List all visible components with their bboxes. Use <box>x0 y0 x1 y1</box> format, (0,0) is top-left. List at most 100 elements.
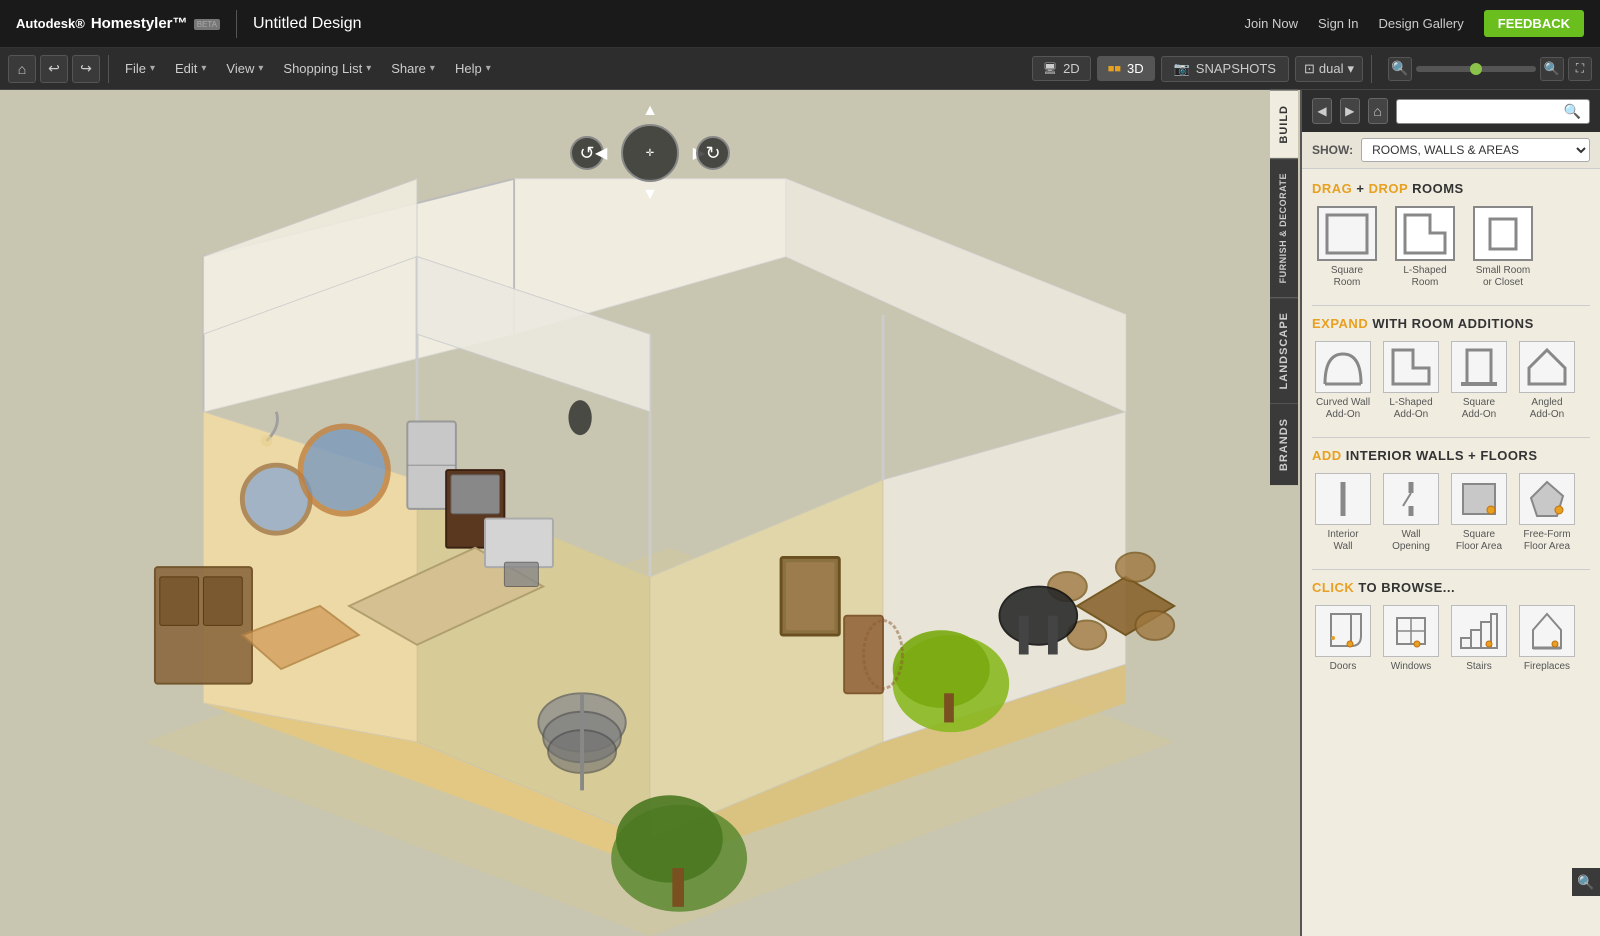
curved-wall-item[interactable]: Curved WallAdd-On <box>1312 341 1374 421</box>
expand-additions-title: EXPAND WITH ROOM ADDITIONS <box>1312 316 1590 331</box>
top-links: Join Now Sign In Design Gallery FEEDBACK <box>1245 10 1584 37</box>
product-name: Homestyler™ BETA <box>91 15 220 32</box>
wall-opening-item[interactable]: WallOpening <box>1380 473 1442 553</box>
freeform-floor-item[interactable]: Free-FormFloor Area <box>1516 473 1578 553</box>
panel-search-input[interactable] <box>1405 104 1560 118</box>
doors-label: Doors <box>1330 661 1357 673</box>
windows-label: Windows <box>1391 661 1432 673</box>
view-controls: 🖥 2D ■■ 3D 📷 SNAPSHOTS ⊡ dual ▾ <box>1032 56 1363 82</box>
redo-button[interactable]: ↪ <box>72 55 100 83</box>
fireplaces-item[interactable]: Fireplaces <box>1516 605 1578 673</box>
nav-down-button[interactable]: ▼ <box>642 186 658 204</box>
panel-back-button[interactable]: ◀ <box>1312 98 1332 124</box>
undo-button[interactable]: ↩ <box>40 55 68 83</box>
view-menu-arrow: ▾ <box>258 63 263 74</box>
show-label: SHOW: <box>1312 143 1353 157</box>
drag-text: DRAG <box>1312 181 1352 196</box>
square-room-item[interactable]: SquareRoom <box>1312 206 1382 289</box>
home-button[interactable]: ⌂ <box>8 55 36 83</box>
file-menu-arrow: ▾ <box>150 63 155 74</box>
canvas-area[interactable]: ↺ ✛ ▲ ▼ ◀ ▶ ↻ <box>0 90 1300 936</box>
snapshots-button[interactable]: 📷 SNAPSHOTS <box>1161 56 1289 82</box>
section-divider-1 <box>1312 305 1590 306</box>
dual-button[interactable]: ⊡ dual ▾ <box>1295 56 1363 82</box>
panel-magnifier-button[interactable]: 🔍 <box>1572 868 1600 896</box>
dual-icon: ⊡ <box>1304 61 1315 77</box>
feedback-button[interactable]: FEEDBACK <box>1484 10 1584 37</box>
square-floor-item[interactable]: SquareFloor Area <box>1448 473 1510 553</box>
nav-up-button[interactable]: ▲ <box>642 102 658 120</box>
landscape-tab[interactable]: LANDSCAPE <box>1270 297 1298 403</box>
freeform-floor-label: Free-FormFloor Area <box>1523 529 1570 553</box>
panel-search-box[interactable]: 🔍 <box>1396 99 1590 124</box>
small-room-item[interactable]: Small Roomor Closet <box>1468 206 1538 289</box>
fireplaces-shape <box>1519 605 1575 657</box>
build-tab[interactable]: BUILD <box>1270 90 1298 158</box>
fullscreen-button[interactable]: ⛶ <box>1568 57 1592 81</box>
rotate-right-button[interactable]: ↻ <box>696 136 730 170</box>
l-addon-item[interactable]: L-ShapedAdd-On <box>1380 341 1442 421</box>
join-now-link[interactable]: Join Now <box>1245 16 1298 31</box>
edit-menu-arrow: ▾ <box>201 63 206 74</box>
design-title: Untitled Design <box>253 15 362 33</box>
help-menu[interactable]: Help ▾ <box>447 57 499 80</box>
section-divider-2 <box>1312 437 1590 438</box>
panel-header: ◀ ▶ ⌂ 🔍 <box>1302 90 1600 132</box>
monitor-icon: 🖥 <box>1043 62 1057 75</box>
interior-wall-label: InteriorWall <box>1327 529 1358 553</box>
square-floor-label: SquareFloor Area <box>1456 529 1502 553</box>
doors-item[interactable]: Doors <box>1312 605 1374 673</box>
l-shaped-room-item[interactable]: L-ShapedRoom <box>1390 206 1460 289</box>
file-menu[interactable]: File ▾ <box>117 57 163 80</box>
curved-wall-shape <box>1315 341 1371 393</box>
curved-wall-label: Curved WallAdd-On <box>1316 397 1370 421</box>
zoom-slider[interactable] <box>1416 66 1536 72</box>
beta-badge: BETA <box>194 19 220 30</box>
expand-additions-grid: Curved WallAdd-On L-ShapedAdd-On <box>1312 341 1590 421</box>
shopping-list-menu[interactable]: Shopping List ▾ <box>275 57 379 80</box>
brands-tab[interactable]: BRANDS <box>1270 403 1298 485</box>
freeform-floor-shape <box>1519 473 1575 525</box>
main-area: ↺ ✛ ▲ ▼ ◀ ▶ ↻ <box>0 90 1600 936</box>
square-addon-label: SquareAdd-On <box>1462 397 1496 421</box>
square-addon-item[interactable]: SquareAdd-On <box>1448 341 1510 421</box>
stairs-item[interactable]: Stairs <box>1448 605 1510 673</box>
panel-forward-button[interactable]: ▶ <box>1340 98 1360 124</box>
show-select[interactable]: ROOMS, WALLS & AREAS FLOORS FURNITURE <box>1361 138 1590 162</box>
top-bar: Autodesk® Homestyler™ BETA Untitled Desi… <box>0 0 1600 48</box>
section-divider-3 <box>1312 569 1590 570</box>
interior-wall-item[interactable]: InteriorWall <box>1312 473 1374 553</box>
zoom-handle[interactable] <box>1470 63 1482 75</box>
drop-text: DROP <box>1369 181 1408 196</box>
camera-icon: 📷 <box>1174 61 1190 77</box>
windows-shape <box>1383 605 1439 657</box>
zoom-in-button[interactable]: 🔍 <box>1540 57 1564 81</box>
brand-name: Autodesk® <box>16 16 85 31</box>
toolbar-separator-2 <box>1371 55 1372 83</box>
panel-home-button[interactable]: ⌂ <box>1368 98 1388 124</box>
l-addon-label: L-ShapedAdd-On <box>1389 397 1432 421</box>
shopping-menu-arrow: ▾ <box>366 63 371 74</box>
edit-menu[interactable]: Edit ▾ <box>167 57 214 80</box>
furnish-tab[interactable]: FURNISH & DECORATE <box>1270 158 1298 297</box>
panel-search-icon[interactable]: 🔍 <box>1564 103 1581 120</box>
stairs-shape <box>1451 605 1507 657</box>
l-addon-shape <box>1383 341 1439 393</box>
small-room-label: Small Roomor Closet <box>1476 265 1530 289</box>
sign-in-link[interactable]: Sign In <box>1318 16 1358 31</box>
l-shaped-room-shape <box>1395 206 1455 261</box>
nav-left-button[interactable]: ◀ <box>595 143 607 163</box>
windows-item[interactable]: Windows <box>1380 605 1442 673</box>
help-menu-arrow: ▾ <box>486 63 491 74</box>
nav-center: ✛ ▲ ▼ ◀ ▶ <box>621 124 679 182</box>
view-3d-button[interactable]: ■■ 3D <box>1097 56 1155 81</box>
zoom-out-button[interactable]: 🔍 <box>1388 57 1412 81</box>
wall-opening-shape <box>1383 473 1439 525</box>
doors-shape <box>1315 605 1371 657</box>
logo-divider <box>236 10 237 38</box>
share-menu[interactable]: Share ▾ <box>383 57 443 80</box>
view-menu[interactable]: View ▾ <box>218 57 271 80</box>
design-gallery-link[interactable]: Design Gallery <box>1379 16 1464 31</box>
angled-addon-item[interactable]: AngledAdd-On <box>1516 341 1578 421</box>
view-2d-button[interactable]: 🖥 2D <box>1032 56 1091 81</box>
